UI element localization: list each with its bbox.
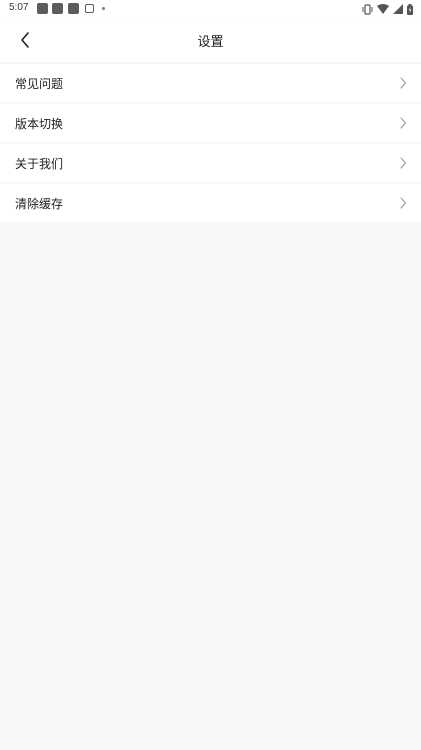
settings-item-faq[interactable]: 常见问题 (0, 64, 421, 102)
settings-list: 常见问题 版本切换 关于我们 清除缓存 (0, 64, 421, 224)
app-notification-icon (52, 3, 63, 14)
dot-icon (102, 7, 105, 10)
signal-icon (393, 4, 403, 14)
chevron-right-icon (400, 117, 407, 129)
settings-item-label: 关于我们 (15, 157, 64, 171)
settings-item-clear-cache[interactable]: 清除缓存 (0, 184, 421, 222)
battery-icon (407, 3, 413, 15)
status-time: 5:07 (9, 2, 29, 13)
status-icons (362, 2, 413, 16)
settings-item-version-switch[interactable]: 版本切换 (0, 104, 421, 142)
settings-item-label: 清除缓存 (15, 197, 64, 211)
chevron-right-icon (400, 77, 407, 89)
status-bar: 5:07 (0, 0, 421, 18)
notification-icon (85, 4, 94, 13)
wifi-icon (377, 4, 389, 14)
app-notification-icon (68, 3, 79, 14)
settings-item-label: 版本切换 (15, 117, 64, 131)
settings-item-about-us[interactable]: 关于我们 (0, 144, 421, 182)
chevron-right-icon (400, 157, 407, 169)
chevron-right-icon (400, 197, 407, 209)
app-header: 设置 (0, 18, 421, 62)
vibrate-icon (362, 3, 373, 15)
page-title: 设置 (197, 35, 224, 50)
settings-item-label: 常见问题 (15, 77, 64, 91)
app-notification-icon (37, 3, 48, 14)
